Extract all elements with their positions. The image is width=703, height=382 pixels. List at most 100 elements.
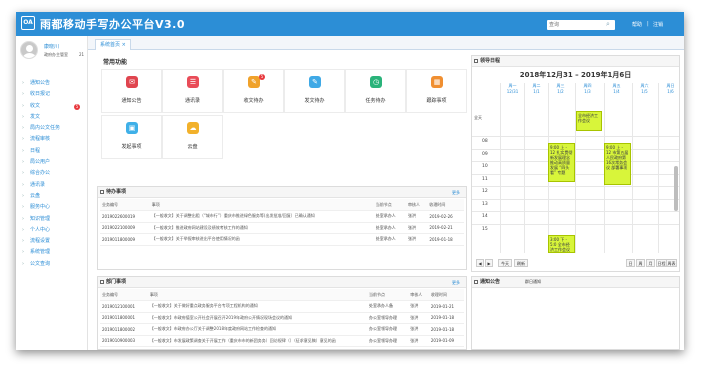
table-row[interactable]: 2019010900003 【一般收文】市发展政策调查关于开展工作（重庆市市的新团… — [100, 335, 464, 347]
table-cell[interactable]: 【一般收文】市发展政策调查关于开展工作（重庆市市的新团务务）回访规律（）（征求意… — [148, 335, 367, 347]
calendar-event[interactable]: 3:00 下 - 5:0 全市经济工作会议 — [548, 235, 575, 253]
sidebar-item[interactable]: 流程设置 — [16, 236, 88, 247]
calendar-hour-label: 15 — [482, 226, 488, 232]
sidebar-item[interactable]: 流程审核 — [16, 134, 88, 145]
help-link[interactable]: 帮助 — [632, 21, 642, 28]
table-cell[interactable]: 【一般收文】市政府值室公开社会开展召开2019年政府公开情况现场会议的通知 — [148, 312, 367, 324]
calendar-day-header[interactable]: 周一 12/31 — [500, 83, 524, 99]
calendar-date: 1/2 — [557, 89, 564, 94]
table-cell[interactable]: 【一般收文】市政府办公厅关于调整2018年度政府网站工作检查的通知 — [148, 324, 367, 336]
sidebar-item[interactable]: 通知公告 — [16, 78, 88, 89]
calendar-view-button[interactable]: 周 — [636, 259, 645, 267]
calendar-day-header[interactable]: 周日 1/6 — [658, 83, 682, 99]
sidebar-item-badge: 5 — [74, 103, 80, 110]
table-row[interactable]: 2019011800009 【一般收文】关于举报审核进出平台使用情况的函 处室承办人… — [100, 234, 464, 246]
function-tile[interactable]: ☁ 云盘 — [162, 115, 223, 159]
calendar-title: 领导日程 — [480, 58, 501, 64]
table-cell: 张洪 — [407, 236, 416, 242]
function-tile[interactable]: ◷ 任务待办 — [345, 69, 406, 113]
table-cell: 2019-02-21 — [429, 225, 453, 231]
calendar-event[interactable]: 全市经济工作会议 — [576, 111, 602, 131]
calendar-day-header[interactable]: 周二 1/1 — [524, 83, 548, 99]
sidebar-item[interactable]: 综合办公 — [16, 168, 88, 179]
sidebar-item-label: 通讯录 — [30, 181, 46, 188]
todo-more-link[interactable]: 更多 — [452, 187, 460, 198]
sidebar-item[interactable]: 局公用户 — [16, 157, 88, 168]
calendar-prev-button[interactable]: ◀ — [476, 259, 484, 267]
calendar-day-header[interactable]: 周四 1/3 — [575, 83, 599, 99]
calendar-day-header[interactable]: 周三 1/2 — [548, 83, 572, 99]
sidebar-item[interactable]: 日程 — [16, 146, 88, 157]
sidebar-item[interactable]: 服务中心 — [16, 202, 88, 213]
logout-link[interactable]: 注销 — [653, 21, 663, 28]
sidebar-item[interactable]: 个人中心 — [16, 225, 88, 236]
calendar-hour-label: 10 — [482, 164, 488, 169]
tab-bar: 系统首页 × — [88, 36, 684, 50]
sidebar-item[interactable]: 知识管理 — [16, 214, 88, 225]
app-window: OA 雨都移动手写办公平台V3.0 ⌕ 帮助 | 注销 康晓川 政府办主管室 2… — [16, 12, 684, 350]
user-name[interactable]: 康晓川 — [44, 43, 59, 50]
calendar-day-header[interactable]: 周六 1/5 — [632, 83, 656, 99]
allday-label: 全天 — [474, 115, 482, 120]
table-cell: 张洪 — [410, 303, 419, 309]
sidebar-item[interactable]: 发文 — [16, 112, 88, 123]
calendar-view-button[interactable]: 周表 — [666, 259, 677, 267]
sidebar-item[interactable]: 公文查询 — [16, 259, 88, 270]
function-tile[interactable]: ✎ 发文待办 — [284, 69, 345, 113]
table-cell: 处室承办人备 — [368, 303, 393, 309]
table-row[interactable]: 2019022600019 【一般收文】关于调整出租（“城市行”）重庆市推进绿色服… — [100, 211, 464, 223]
calendar-hour-label: 08 — [482, 139, 488, 144]
notice-tab[interactable]: 群日通知 — [525, 279, 541, 285]
search-icon[interactable]: ⌕ — [606, 20, 610, 29]
sidebar-item[interactable]: 系统管理 — [16, 247, 88, 258]
table-row[interactable]: 2019022100009 【一般收文】推进政府网站建设及绩效考核工作的通知 处室承… — [100, 222, 464, 234]
function-tile[interactable]: ▣ 发起事项 — [101, 115, 162, 159]
table-cell: 2019012100001 — [102, 303, 136, 309]
calendar-next-button[interactable]: ▶ — [485, 259, 493, 267]
calendar-refresh-button[interactable]: 刷新 — [514, 259, 528, 267]
sidebar-item-label: 收文 — [30, 102, 41, 109]
function-tile[interactable]: ☰ 通讯录 — [162, 69, 223, 113]
todo-table-header: 业务编号 事项 当前节点 审核人 收理时间 — [100, 199, 464, 211]
notice-header: 通知公告 — [472, 277, 679, 288]
sidebar-item-label: 局公用户 — [30, 159, 51, 166]
user-count: 21 — [79, 52, 85, 57]
function-tile[interactable]: ▦ 跟踪事项 — [406, 69, 467, 113]
sidebar-item[interactable]: 收文 5 — [16, 101, 88, 112]
table-cell[interactable]: 【一般收文】关于做好重点政务服务平台专项工程机构的通知 — [148, 301, 367, 313]
calendar-today-button[interactable]: 今天 — [498, 259, 512, 267]
dept-more-link[interactable]: 更多 — [452, 277, 460, 288]
calendar-range: 2018年12月31 – 2019年1月6日 — [519, 71, 632, 79]
calendar-date: 1/4 — [613, 89, 620, 94]
table-row[interactable]: 2019011800002 【一般收文】市政府办公厅关于调整2018年度政府网站工… — [100, 324, 464, 336]
sidebar-item[interactable]: 云盘 — [16, 191, 88, 202]
todo-title: 待办事项 — [106, 189, 127, 195]
search-input[interactable] — [547, 20, 615, 30]
calendar-event[interactable]: 9:00 上 - 12 扎实贯彻新发展理念推动高质量发展 “四头看” 专题 — [548, 143, 575, 182]
calendar-column-line — [524, 83, 525, 253]
sidebar-item[interactable]: 局内公文任务 — [16, 123, 88, 134]
calendar-day-header[interactable]: 周五 1/4 — [604, 83, 628, 99]
table-row[interactable]: 2019011800001 【一般收文】市政府值室公开社会开展召开2019年政府公… — [100, 312, 464, 324]
sidebar-item[interactable]: 收日报记 — [16, 89, 88, 100]
tab-home[interactable]: 系统首页 × — [95, 39, 131, 50]
calendar-event[interactable]: 9:00 上 - 12 市第五届人民政府第16次常务会议 部署事项 — [604, 143, 631, 185]
sidebar-item[interactable]: 通讯录 — [16, 180, 88, 191]
dept-table-header: 业务编号 事项 当前节点 审核人 收理时间 — [100, 289, 464, 301]
table-cell: 张洪 — [407, 224, 416, 230]
table-cell: 2019011800002 — [102, 326, 136, 332]
calendar-scrollbar[interactable] — [674, 166, 678, 211]
function-tile-label: 通讯录 — [184, 98, 200, 104]
table-cell[interactable]: 【一般收文】推进政府网站建设及绩效考核工作的通知 — [150, 222, 374, 234]
table-row[interactable]: 2019012100001 【一般收文】关于做好重点政务服务平台专项工程机构的通知… — [100, 301, 464, 313]
function-tile-label: 发起事项 — [121, 144, 142, 150]
calendar-view-button[interactable]: 月 — [646, 259, 655, 267]
sidebar-item-label: 通知公告 — [30, 80, 51, 86]
function-tile[interactable]: ✉ 通知公告 — [101, 69, 162, 113]
function-tile[interactable]: ✎ 收文待办 5 — [223, 69, 284, 113]
table-cell: 2019-01-21 — [430, 303, 455, 309]
table-cell[interactable]: 【一般收文】关于调整出租（“城市行”）重庆市推进绿色服务等(出发批准/回复）已确… — [150, 211, 374, 223]
table-cell[interactable]: 【一般收文】关于举报审核进出平台使用情况的函 — [150, 234, 374, 246]
calendar-view-button[interactable]: 日 — [626, 259, 635, 267]
avatar[interactable] — [20, 41, 38, 59]
